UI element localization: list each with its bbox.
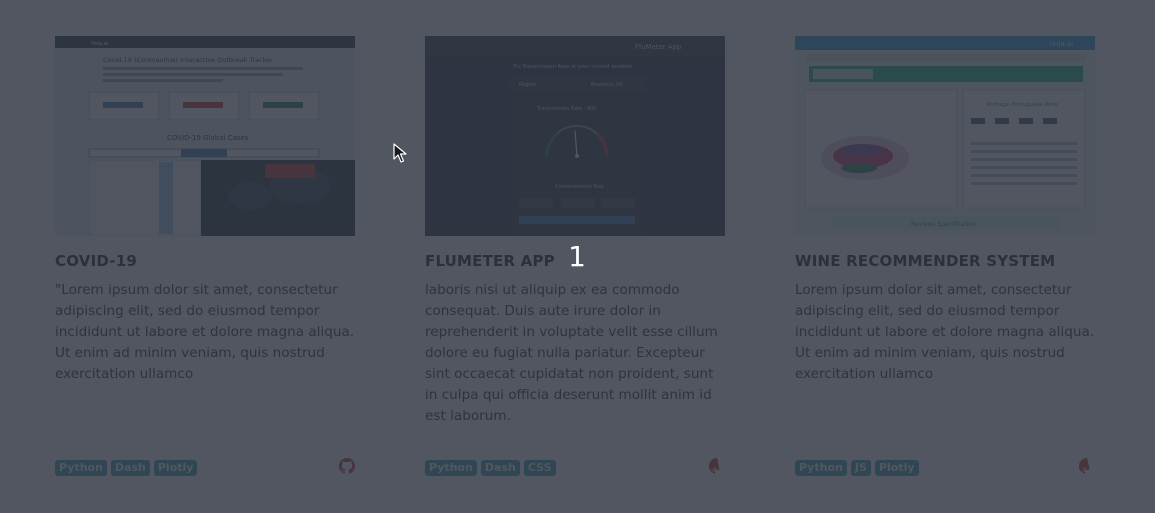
tag-css: CSS <box>523 460 556 476</box>
thumb-section-title: COVID-19 Global Cases <box>167 134 249 142</box>
thumb-app-title: FluMeter App <box>635 43 682 51</box>
github-icon[interactable] <box>1079 458 1095 474</box>
thumb-brand: Hola.ai <box>1049 40 1073 48</box>
slide-number: 1 <box>568 240 586 273</box>
thumb-panel-title: Portugal Portuguese Wine <box>987 102 1059 108</box>
tag-plotly: Plotly <box>153 460 198 476</box>
wine-recommender-thumbnail: Hola.ai Portugal Portuguese Wine Reviews… <box>795 36 1095 236</box>
tag-list: Python Dash Plotly <box>55 460 198 476</box>
tag-list: Python JS Plotly <box>795 460 919 476</box>
tag-js: JS <box>850 460 871 476</box>
project-title: WINE RECOMMENDER SYSTEM <box>795 252 1056 270</box>
tag-dash: Dash <box>110 460 150 476</box>
project-title: COVID-19 <box>55 252 137 270</box>
tag-plotly: Plotly <box>874 460 919 476</box>
cursor-icon <box>393 143 407 163</box>
thumb-region-label: Region <box>519 82 536 88</box>
project-description: laboris nisi ut aliquip ex ea commodo co… <box>425 282 718 424</box>
tag-python: Python <box>795 460 847 476</box>
project-thumbnail[interactable]: FluMeter App Flu Transmission Rate at yo… <box>425 36 725 236</box>
thumb-nav-brand: Hola.ai <box>91 41 108 47</box>
project-thumbnail[interactable]: Hola.ai Covid-19 (Coronavirus) Interacti… <box>55 36 355 236</box>
project-description: Lorem ipsum dolor sit amet, consectetur … <box>795 282 1095 382</box>
covid-dashboard-thumbnail: Hola.ai Covid-19 (Coronavirus) Interacti… <box>55 36 355 236</box>
tag-python: Python <box>55 460 107 476</box>
tag-dash: Dash <box>480 460 520 476</box>
thumb-gauge-title: Transmission Rate - NYC <box>536 106 598 112</box>
thumb-subtitle: Flu Transmission Rate at your current lo… <box>513 64 632 70</box>
thumb-heading: Covid-19 (Coronavirus) Interactive Outbr… <box>103 56 273 64</box>
github-icon[interactable] <box>709 458 725 474</box>
project-description: "Lorem ipsum dolor sit amet, consectetur… <box>55 282 355 382</box>
project-card-wine[interactable]: Hola.ai Portugal Portuguese Wine Reviews… <box>795 36 1095 481</box>
thumb-region-value: Brooklyn, NY <box>591 82 624 88</box>
thumb-footer-label: Reviews Specification <box>911 221 976 228</box>
project-thumbnail[interactable]: Hola.ai Portugal Portuguese Wine Reviews… <box>795 36 1095 236</box>
flumeter-app-thumbnail: FluMeter App Flu Transmission Rate at yo… <box>425 36 725 236</box>
tag-python: Python <box>425 460 477 476</box>
thumb-rate-label: Contamination Risk <box>555 184 604 190</box>
github-icon[interactable] <box>339 458 355 474</box>
project-card-covid[interactable]: Hola.ai Covid-19 (Coronavirus) Interacti… <box>55 36 355 481</box>
tag-list: Python Dash CSS <box>425 460 556 476</box>
